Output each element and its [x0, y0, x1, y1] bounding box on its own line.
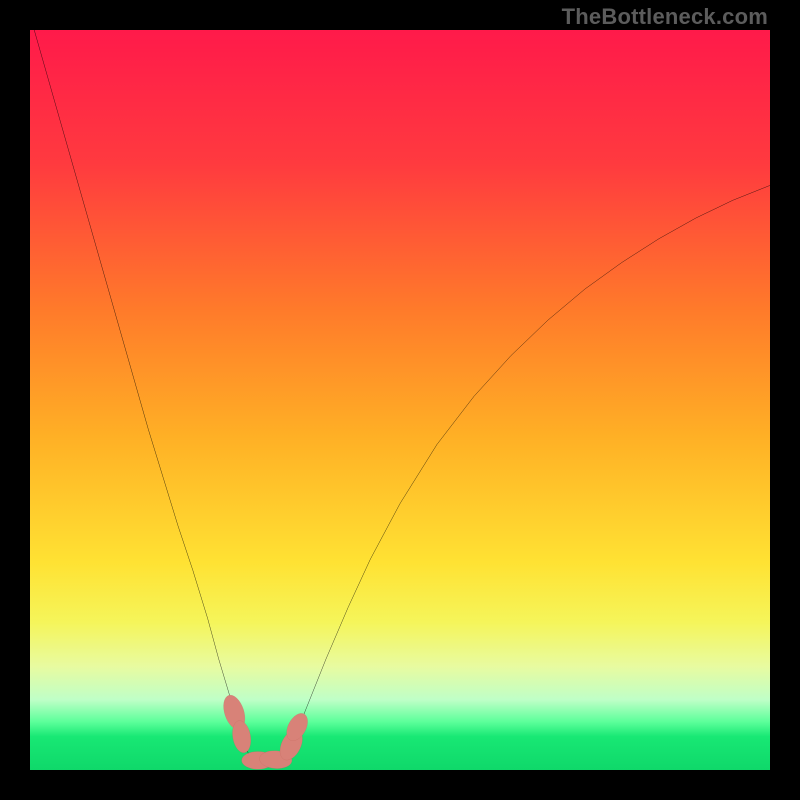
plot-area — [30, 30, 770, 770]
curve-layer — [30, 30, 770, 770]
bottleneck-curve — [30, 30, 770, 763]
watermark-text: TheBottleneck.com — [562, 4, 768, 30]
marker-group — [220, 692, 312, 769]
chart-frame: TheBottleneck.com — [0, 0, 800, 800]
